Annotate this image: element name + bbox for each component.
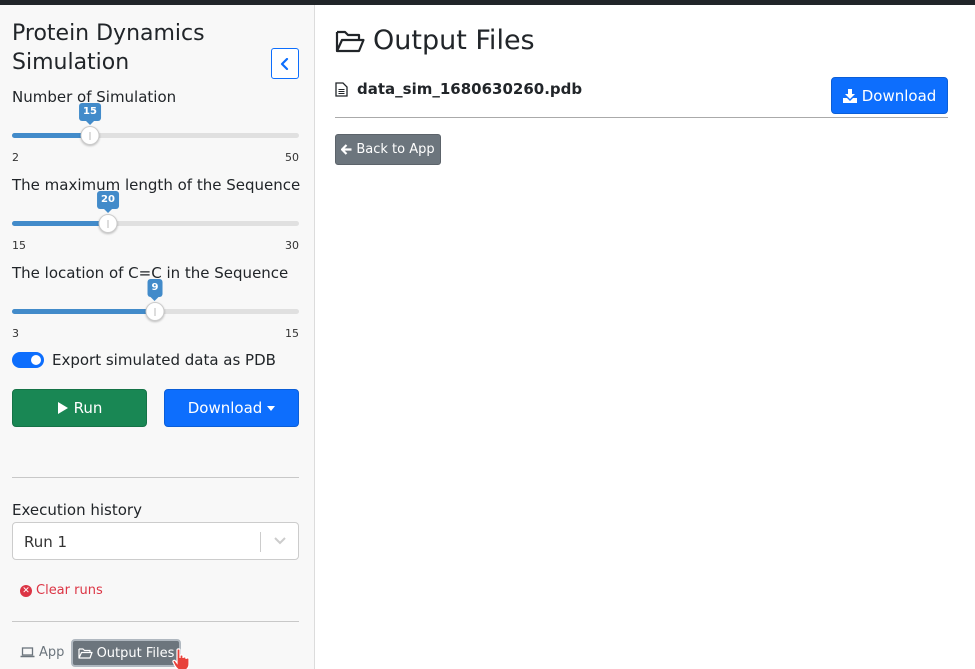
file-name: data_sim_1680630260.pdb [357, 80, 583, 98]
download-file-button[interactable]: Download [831, 77, 948, 114]
file-entry: data_sim_1680630260.pdb [335, 80, 582, 98]
chevron-left-icon [280, 57, 289, 70]
sidebar-title: Protein Dynamics Simulation [12, 21, 205, 75]
execution-history-value: Run 1 [24, 533, 68, 551]
slider-value-bubble: 20 [97, 191, 119, 213]
slider-max-label: 15 [285, 327, 299, 340]
slider-cc-location[interactable]: 9 3 15 [12, 279, 299, 345]
run-button-label: Run [73, 399, 103, 417]
chevron-down-icon[interactable] [273, 535, 287, 547]
slider-handle[interactable] [98, 214, 118, 233]
download-icon [842, 88, 857, 103]
nav-output-files-label: Output Files [96, 645, 175, 661]
export-pdb-toggle-row: Export simulated data as PDB [12, 351, 276, 369]
slider-min-label: 2 [12, 151, 19, 164]
slider-handle[interactable] [145, 302, 165, 321]
folder-open-icon [335, 30, 365, 52]
download-button-label: Download [187, 399, 263, 417]
slider-value-bubble: 9 [147, 279, 163, 301]
page-title-text: Output Files [373, 25, 535, 56]
caret-down-icon [267, 405, 276, 411]
divider [335, 117, 948, 118]
slider-max-length[interactable]: 20 15 30 [12, 191, 299, 257]
laptop-icon [20, 647, 35, 658]
slider-max-label: 50 [285, 151, 299, 164]
back-to-app-button[interactable]: Back to App [335, 134, 441, 165]
slider-fill [12, 133, 90, 138]
run-button[interactable]: Run [12, 389, 147, 427]
select-separator [260, 532, 261, 552]
divider [12, 621, 299, 622]
slider-value-bubble: 15 [79, 103, 101, 125]
slider-fill [12, 309, 155, 314]
page-title: Output Files [335, 25, 535, 56]
export-pdb-label: Export simulated data as PDB [52, 351, 276, 369]
play-icon [57, 402, 68, 414]
times-circle-icon: ✕ [20, 584, 32, 597]
sidebar: Protein Dynamics Simulation Number of Si… [0, 5, 315, 669]
download-dropdown-button[interactable]: Download [164, 389, 299, 427]
execution-history-select[interactable]: Run 1 [12, 522, 299, 560]
nav-output-files-button[interactable]: Output Files [71, 639, 181, 667]
export-pdb-toggle[interactable] [12, 352, 44, 368]
divider [12, 477, 299, 478]
nav-app-label: App [39, 645, 65, 660]
slider-num-simulation[interactable]: 15 2 50 [12, 103, 299, 169]
arrow-left-icon [341, 144, 352, 155]
back-to-app-label: Back to App [356, 142, 435, 157]
file-text-icon [335, 81, 348, 97]
slider-min-label: 3 [12, 327, 19, 340]
hand-pointer-icon [172, 648, 190, 669]
slider-handle[interactable] [80, 126, 100, 145]
folder-open-icon [77, 648, 93, 659]
execution-history-label: Execution history [12, 501, 142, 519]
clear-runs-link[interactable]: ✕ Clear runs [20, 583, 103, 598]
slider-max-label: 30 [285, 239, 299, 252]
download-file-label: Download [861, 86, 937, 105]
nav-app-link[interactable]: App [20, 645, 64, 660]
slider-fill [12, 221, 108, 226]
clear-runs-label: Clear runs [36, 583, 103, 598]
collapse-sidebar-button[interactable] [271, 48, 299, 79]
slider-label-max-length: The maximum length of the Sequence [12, 176, 301, 194]
main-panel: Output Files data_sim_1680630260.pdb Dow… [315, 5, 975, 669]
slider-min-label: 15 [12, 239, 26, 252]
